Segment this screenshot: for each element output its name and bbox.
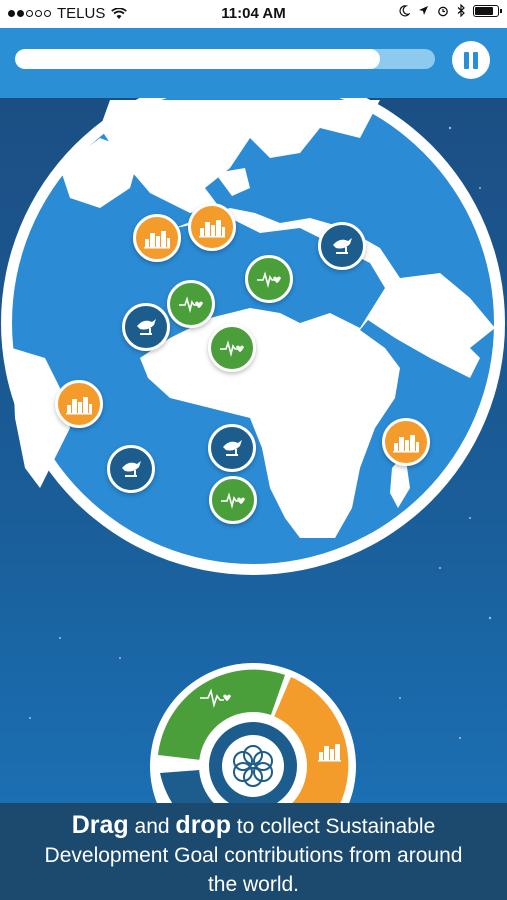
status-icons (399, 4, 502, 17)
location-arrow-icon (419, 6, 428, 15)
instruction-drag: Drag (71, 811, 129, 839)
pause-button[interactable] (452, 41, 490, 79)
bluetooth-icon (457, 4, 465, 17)
city-icon (144, 231, 170, 249)
dove-gavel-icon (137, 319, 156, 335)
sdg-token-good-health[interactable] (245, 255, 293, 303)
city-icon (199, 220, 225, 238)
alarm-icon (438, 6, 448, 16)
heartbeat-icon (221, 492, 245, 510)
dove-gavel-icon (122, 461, 141, 477)
pause-icon (462, 51, 480, 69)
instruction-and: and (128, 815, 176, 838)
city-icon (393, 435, 419, 453)
timer-progress-bar (15, 49, 435, 69)
sdg-token-sustainable-cities[interactable] (188, 203, 236, 251)
city-icon (66, 397, 92, 415)
sdg-token-good-health[interactable] (167, 280, 215, 328)
sdg-token-peace-justice[interactable] (107, 445, 155, 493)
sdg-token-sustainable-cities[interactable] (382, 418, 430, 466)
sdg-token-peace-justice[interactable] (318, 222, 366, 270)
status-bar: TELUS 11:04 AM (0, 0, 507, 28)
timer-progress-fill (15, 49, 381, 69)
instruction-rest: to collect Sustainable (230, 815, 436, 838)
sdg-token-good-health[interactable] (209, 476, 257, 524)
heartbeat-icon (220, 340, 244, 358)
heartbeat-icon (257, 271, 281, 289)
sdg-token-good-health[interactable] (208, 324, 256, 372)
dove-gavel-icon (333, 238, 352, 254)
sdg-token-sustainable-cities[interactable] (55, 380, 103, 428)
instruction-drop: drop (175, 811, 231, 839)
instruction-line-1: Drag and drop to collect Sustainable (0, 811, 507, 841)
heartbeat-icon (179, 296, 203, 314)
instruction-text: Drag and drop to collect Sustainable Dev… (0, 803, 507, 900)
game-header (0, 28, 507, 98)
dove-gavel-icon (223, 440, 242, 456)
sdg-token-peace-justice[interactable] (208, 424, 256, 472)
instruction-line-3: the world. (207, 873, 300, 896)
moon-icon (399, 4, 410, 16)
battery-icon (473, 4, 502, 17)
sdg-token-sustainable-cities[interactable] (133, 214, 181, 262)
sdg-token-peace-justice[interactable] (122, 303, 170, 351)
instruction-line-2: Development Goal contributions from arou… (44, 844, 463, 867)
